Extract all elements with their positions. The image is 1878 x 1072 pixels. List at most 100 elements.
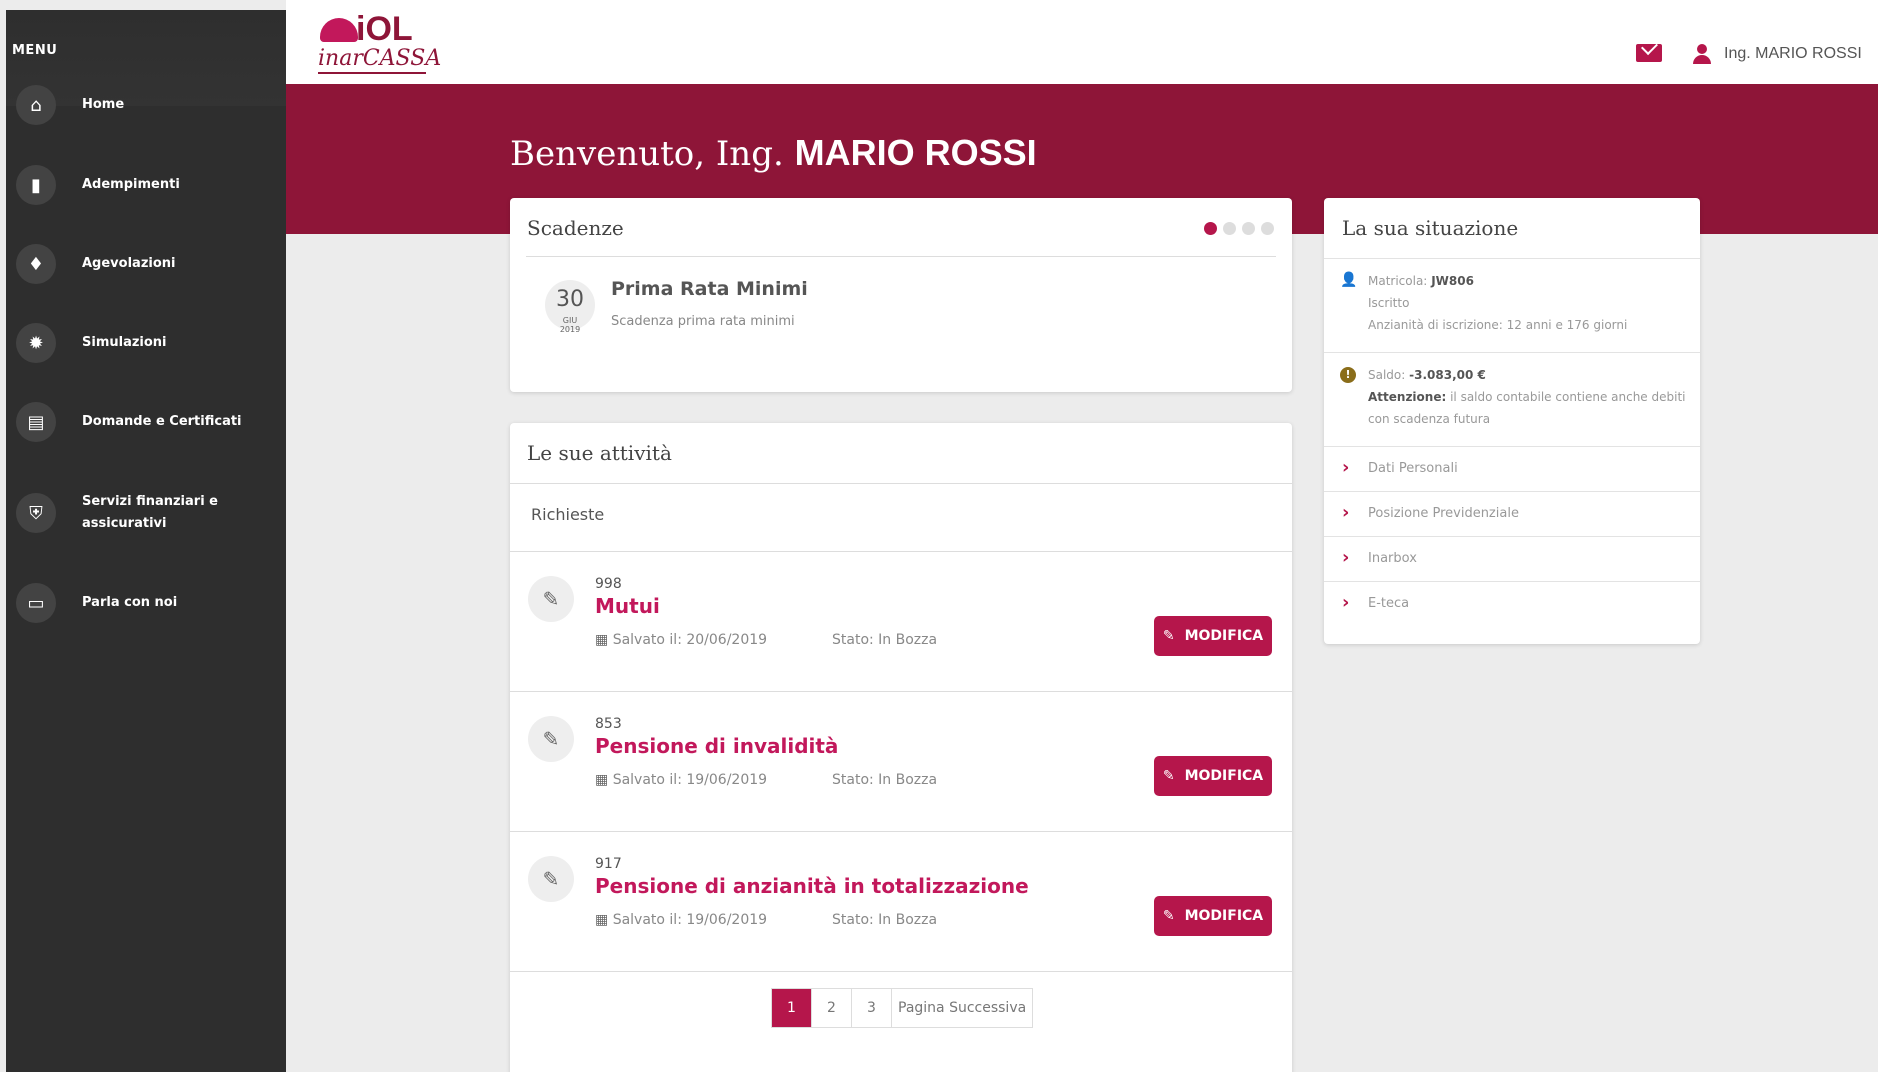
top-header: iOL inarCASSA Ing. MARIO ROSSI (286, 0, 1878, 84)
link-label: Dati Personali (1368, 461, 1458, 476)
link-dati-personali[interactable]: › Dati Personali (1324, 446, 1700, 491)
bug-icon: ✹ (16, 323, 56, 363)
divider (1324, 258, 1700, 259)
menu-title: MENU (12, 43, 58, 58)
matricola-section: 👤 Matricola: JW806 Iscritto Anzianità di… (1324, 270, 1700, 348)
link-posizione-previdenziale[interactable]: › Posizione Previdenziale (1324, 491, 1700, 536)
richieste-section-label: Richieste (531, 505, 605, 524)
document-icon: ▤ (16, 402, 56, 442)
mail-icon[interactable] (1636, 44, 1662, 62)
attenzione-line: Attenzione: il saldo contabile contiene … (1368, 386, 1688, 430)
request-row: ✎ 853 Pensione di invalidità Salvato il:… (510, 692, 1292, 832)
carousel-dot-3[interactable] (1242, 222, 1255, 235)
sidebar-item-label: Adempimenti (82, 177, 180, 192)
request-saved-date: Salvato il: 20/06/2019 (595, 632, 767, 648)
sidebar-item-domande-certificati[interactable]: ▤ Domande e Certificati (6, 400, 286, 444)
request-state: Stato: In Bozza (832, 772, 938, 788)
request-id: 853 (595, 716, 622, 732)
matricola-value: JW806 (1431, 274, 1474, 288)
divider (1324, 352, 1700, 353)
logo-main-text: iOL (356, 10, 413, 48)
matricola-info: Matricola: JW806 Iscritto Anzianità di i… (1368, 270, 1688, 336)
request-title[interactable]: Mutui (595, 594, 660, 618)
welcome-prefix: Benvenuto, Ing. (510, 134, 784, 174)
divider (510, 483, 1292, 484)
sidebar-item-simulazioni[interactable]: ✹ Simulazioni (6, 321, 286, 365)
sidebar: MENU ⌂ Home ▮ Adempimenti ♦ Agevolazioni… (6, 10, 286, 1072)
page-2-button[interactable]: 2 (812, 989, 852, 1027)
request-title[interactable]: Pensione di invalidità (595, 734, 838, 758)
saldo-info: Saldo: -3.083,00 € Attenzione: il saldo … (1368, 364, 1688, 430)
deadline-month: GIU (562, 316, 578, 325)
sidebar-item-label: Simulazioni (82, 335, 167, 350)
logo-sub-text: inarCASSA (318, 46, 442, 71)
sidebar-item-parla-con-noi[interactable]: ▭ Parla con noi (6, 581, 286, 625)
sidebar-item-home[interactable]: ⌂ Home (6, 83, 286, 127)
chevron-right-icon: › (1342, 502, 1350, 523)
modifica-label: MODIFICA (1184, 908, 1264, 924)
modifica-label: MODIFICA (1184, 628, 1264, 644)
request-id: 998 (595, 576, 622, 592)
attivita-card: Le sue attività Richieste ✎ 998 Mutui Sa… (510, 423, 1292, 1072)
welcome-heading: Benvenuto, Ing. MARIO ROSSI (510, 132, 1037, 174)
link-label: Inarbox (1368, 551, 1417, 566)
user-id-icon: 👤 (1340, 272, 1358, 288)
user-icon-body (1693, 55, 1711, 64)
request-state: Stato: In Bozza (832, 912, 938, 928)
clipboard-icon: ▮ (16, 165, 56, 205)
sidebar-item-label: Servizi finanziari e assicurativi (82, 494, 218, 531)
saldo-value: -3.083,00 € (1409, 368, 1486, 382)
sidebar-item-agevolazioni[interactable]: ♦ Agevolazioni (6, 242, 286, 286)
deadline-description: Scadenza prima rata minimi (611, 314, 795, 329)
next-page-button[interactable]: Pagina Successiva (892, 989, 1032, 1027)
modifica-button[interactable]: ✎ MODIFICA (1154, 896, 1272, 936)
deadline-day: 30 (556, 287, 584, 312)
divider (526, 256, 1276, 257)
user-icon[interactable] (1692, 44, 1712, 64)
request-title[interactable]: Pensione di anzianità in totalizzazione (595, 874, 1029, 898)
modifica-button[interactable]: ✎ MODIFICA (1154, 756, 1272, 796)
chevron-right-icon: › (1342, 457, 1350, 478)
page-3-button[interactable]: 3 (852, 989, 892, 1027)
matricola-line: Matricola: JW806 (1368, 270, 1688, 292)
carousel-dot-2[interactable] (1223, 222, 1236, 235)
chevron-right-icon: › (1342, 592, 1350, 613)
request-saved-date: Salvato il: 19/06/2019 (595, 772, 767, 788)
pencil-icon: ✎ (528, 856, 574, 902)
carousel-dot-4[interactable] (1261, 222, 1274, 235)
warning-icon: ! (1340, 367, 1356, 383)
situazione-card: La sua situazione 👤 Matricola: JW806 Isc… (1324, 198, 1700, 644)
pencil-icon: ✎ (1162, 768, 1175, 784)
sidebar-item-label: Parla con noi (82, 595, 178, 610)
saldo-line: Saldo: -3.083,00 € (1368, 364, 1688, 386)
request-state: Stato: In Bozza (832, 632, 938, 648)
link-e-teca[interactable]: › E-teca (1324, 581, 1700, 626)
iscritto-status: Iscritto (1368, 296, 1410, 310)
pencil-icon: ✎ (528, 716, 574, 762)
shield-icon: ⛨ (16, 493, 56, 533)
scadenze-card: Scadenze 30 GIU 2019 Prima Rata Minimi S… (510, 198, 1292, 392)
sidebar-item-label: Domande e Certificati (82, 414, 242, 429)
pencil-icon: ✎ (1162, 628, 1175, 644)
chevron-right-icon: › (1342, 547, 1350, 568)
matricola-label: Matricola: (1368, 274, 1428, 288)
logo-cloud-icon (320, 18, 358, 42)
carousel-dot-1[interactable] (1204, 222, 1217, 235)
deadline-title[interactable]: Prima Rata Minimi (611, 278, 808, 300)
badge-icon: ♦ (16, 244, 56, 284)
iol-inarcassa-logo[interactable]: iOL inarCASSA (314, 8, 441, 78)
user-name-link[interactable]: Ing. MARIO ROSSI (1724, 45, 1862, 63)
modifica-button[interactable]: ✎ MODIFICA (1154, 616, 1272, 656)
attenzione-label: Attenzione: (1368, 390, 1447, 404)
deadline-year: 2019 (559, 325, 581, 334)
request-row: ✎ 998 Mutui Salvato il: 20/06/2019 Stato… (510, 552, 1292, 692)
modifica-label: MODIFICA (1184, 768, 1264, 784)
saldo-label: Saldo: (1368, 368, 1406, 382)
pagination: 1 2 3 Pagina Successiva (771, 988, 1034, 1028)
sidebar-item-servizi-finanziari[interactable]: ⛨ Servizi finanziari e assicurativi (6, 488, 286, 538)
welcome-name: MARIO ROSSI (794, 132, 1037, 173)
chat-icon: ▭ (16, 583, 56, 623)
link-inarbox[interactable]: › Inarbox (1324, 536, 1700, 581)
page-1-button[interactable]: 1 (772, 989, 812, 1027)
sidebar-item-adempimenti[interactable]: ▮ Adempimenti (6, 163, 286, 207)
